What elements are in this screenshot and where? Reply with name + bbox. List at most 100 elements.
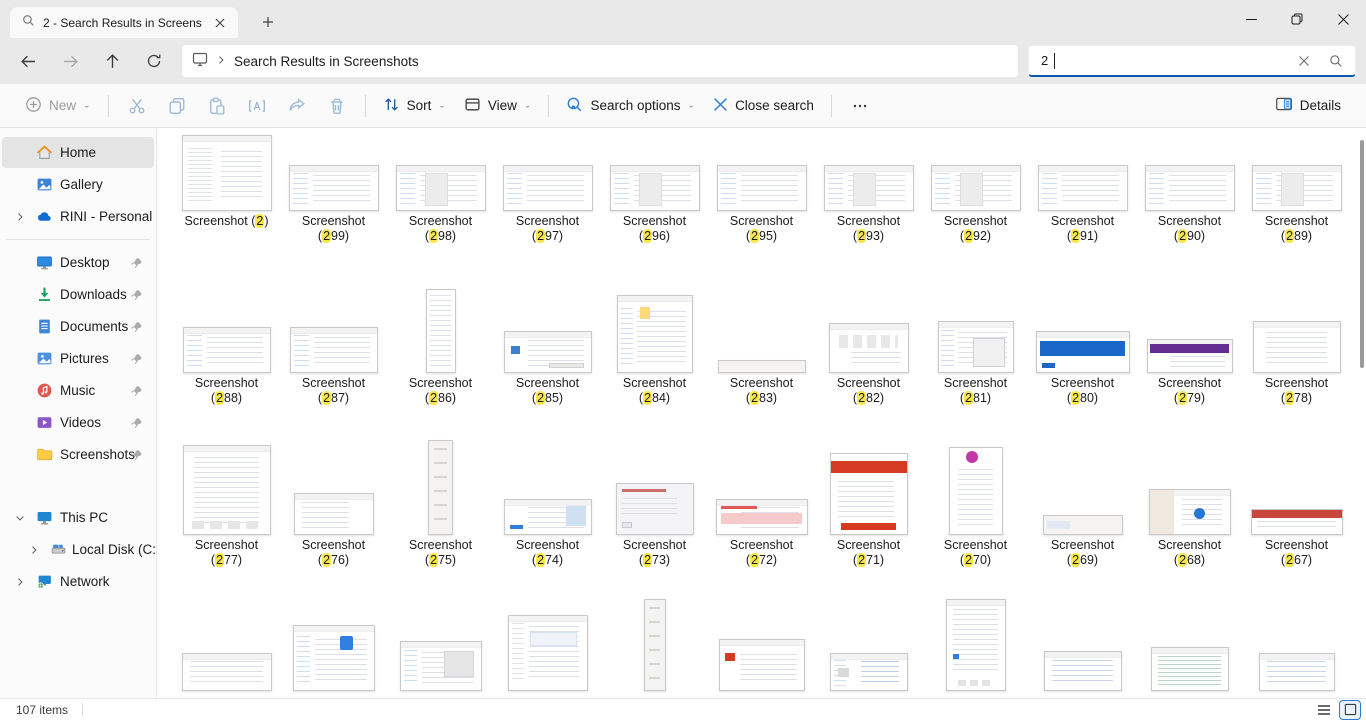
file-item[interactable]: Screenshot (268) xyxy=(1136,410,1243,572)
close-search-button[interactable]: Close search xyxy=(704,89,823,123)
file-item[interactable] xyxy=(922,572,1029,698)
file-item[interactable]: Screenshot (272) xyxy=(708,410,815,572)
file-thumbnail[interactable] xyxy=(428,440,453,535)
file-item[interactable]: Screenshot (297) xyxy=(494,128,601,248)
file-item[interactable]: Screenshot (282) xyxy=(815,248,922,410)
file-item[interactable]: Screenshot (2) xyxy=(173,128,280,248)
file-thumbnail[interactable] xyxy=(293,625,375,691)
file-item[interactable]: Screenshot (285) xyxy=(494,248,601,410)
file-thumbnail[interactable] xyxy=(503,165,593,211)
file-thumbnail[interactable] xyxy=(1259,653,1335,691)
file-thumbnail[interactable] xyxy=(616,483,694,535)
file-thumbnail[interactable] xyxy=(1251,509,1343,535)
file-thumbnail[interactable] xyxy=(717,165,807,211)
file-item[interactable]: Screenshot (278) xyxy=(1243,248,1350,410)
file-thumbnail[interactable] xyxy=(294,493,374,535)
file-item[interactable]: Screenshot (289) xyxy=(1243,128,1350,248)
file-thumbnail[interactable] xyxy=(504,499,592,535)
file-thumbnail[interactable] xyxy=(829,323,909,373)
file-thumbnail[interactable] xyxy=(610,165,700,211)
file-thumbnail[interactable] xyxy=(426,289,456,373)
file-thumbnail[interactable] xyxy=(508,615,588,691)
file-item[interactable]: Screenshot (271) xyxy=(815,410,922,572)
sidebar-item-desktop[interactable]: Desktop xyxy=(2,247,154,278)
sidebar-item-network[interactable]: Network xyxy=(2,566,154,597)
file-item[interactable]: Screenshot (281) xyxy=(922,248,1029,410)
file-item[interactable] xyxy=(280,572,387,698)
file-item[interactable]: Screenshot (277) xyxy=(173,410,280,572)
clear-search-icon[interactable] xyxy=(1291,48,1317,74)
file-item[interactable]: Screenshot (286) xyxy=(387,248,494,410)
file-item[interactable]: Screenshot (284) xyxy=(601,248,708,410)
file-thumbnail[interactable] xyxy=(290,327,378,373)
sidebar-item-rini-personal[interactable]: RINI - Personal xyxy=(2,201,154,232)
file-item[interactable] xyxy=(815,572,922,698)
file-thumbnail[interactable] xyxy=(617,295,693,373)
chevron-right-icon[interactable] xyxy=(14,576,28,588)
forward-button[interactable] xyxy=(50,44,90,78)
share-button[interactable] xyxy=(277,89,317,123)
copy-button[interactable] xyxy=(157,89,197,123)
file-thumbnail[interactable] xyxy=(824,165,914,211)
thumbnail-view-toggle[interactable] xyxy=(1340,701,1360,719)
file-thumbnail[interactable] xyxy=(183,445,271,535)
list-view-toggle[interactable] xyxy=(1314,701,1334,719)
paste-button[interactable] xyxy=(197,89,237,123)
file-item[interactable] xyxy=(1243,572,1350,698)
file-thumbnail[interactable] xyxy=(931,165,1021,211)
file-item[interactable]: Screenshot (274) xyxy=(494,410,601,572)
file-item[interactable]: Screenshot (275) xyxy=(387,410,494,572)
file-item[interactable]: Screenshot (283) xyxy=(708,248,815,410)
file-item[interactable]: Screenshot (291) xyxy=(1029,128,1136,248)
file-item[interactable]: Screenshot (290) xyxy=(1136,128,1243,248)
file-thumbnail[interactable] xyxy=(1149,489,1231,535)
file-item[interactable]: Screenshot (279) xyxy=(1136,248,1243,410)
up-button[interactable] xyxy=(92,44,132,78)
delete-button[interactable] xyxy=(317,89,357,123)
file-item[interactable] xyxy=(494,572,601,698)
file-thumbnail[interactable] xyxy=(946,599,1006,691)
file-thumbnail[interactable] xyxy=(1038,165,1128,211)
new-button[interactable]: New ⌄ xyxy=(16,89,100,123)
file-item[interactable] xyxy=(708,572,815,698)
file-item[interactable]: Screenshot (293) xyxy=(815,128,922,248)
file-thumbnail[interactable] xyxy=(1043,515,1123,535)
sidebar-item-screenshots[interactable]: Screenshots xyxy=(2,439,154,470)
file-item[interactable] xyxy=(173,572,280,698)
file-item[interactable]: Screenshot (270) xyxy=(922,410,1029,572)
sidebar-item-local-disk-c[interactable]: Local Disk (C:) xyxy=(2,534,154,565)
file-thumbnail[interactable] xyxy=(830,653,908,691)
view-button[interactable]: View ⌄ xyxy=(455,89,541,123)
back-button[interactable] xyxy=(8,44,48,78)
breadcrumb[interactable]: Search Results in Screenshots xyxy=(182,45,1018,77)
file-thumbnail[interactable] xyxy=(1147,339,1233,373)
sidebar-item-videos[interactable]: Videos xyxy=(2,407,154,438)
file-thumbnail[interactable] xyxy=(644,599,666,691)
file-item[interactable]: Screenshot (273) xyxy=(601,410,708,572)
file-item[interactable]: Screenshot (299) xyxy=(280,128,387,248)
breadcrumb-location[interactable]: Search Results in Screenshots xyxy=(234,54,419,69)
file-thumbnail[interactable] xyxy=(182,135,272,211)
sidebar-item-home[interactable]: Home xyxy=(2,137,154,168)
search-submit-icon[interactable] xyxy=(1323,48,1349,74)
file-item[interactable]: Screenshot (287) xyxy=(280,248,387,410)
sidebar-item-gallery[interactable]: Gallery xyxy=(2,169,154,200)
new-tab-button[interactable] xyxy=(258,12,278,32)
file-item[interactable]: Screenshot (298) xyxy=(387,128,494,248)
file-thumbnail[interactable] xyxy=(1036,331,1130,373)
close-button[interactable] xyxy=(1320,0,1366,38)
tab-close-icon[interactable] xyxy=(210,13,230,33)
file-item[interactable]: Screenshot (295) xyxy=(708,128,815,248)
file-item[interactable]: Screenshot (288) xyxy=(173,248,280,410)
file-item[interactable]: Screenshot (292) xyxy=(922,128,1029,248)
chevron-right-icon[interactable] xyxy=(14,211,28,223)
file-thumbnail[interactable] xyxy=(719,639,805,691)
file-thumbnail[interactable] xyxy=(1252,165,1342,211)
file-thumbnail[interactable] xyxy=(400,641,482,691)
file-thumbnail[interactable] xyxy=(182,653,272,691)
restore-button[interactable] xyxy=(1274,0,1320,38)
sidebar-item-pictures[interactable]: Pictures xyxy=(2,343,154,374)
file-thumbnail[interactable] xyxy=(183,327,271,373)
vertical-scrollbar[interactable] xyxy=(1360,140,1364,368)
sidebar-item-this-pc[interactable]: This PC xyxy=(2,502,154,533)
